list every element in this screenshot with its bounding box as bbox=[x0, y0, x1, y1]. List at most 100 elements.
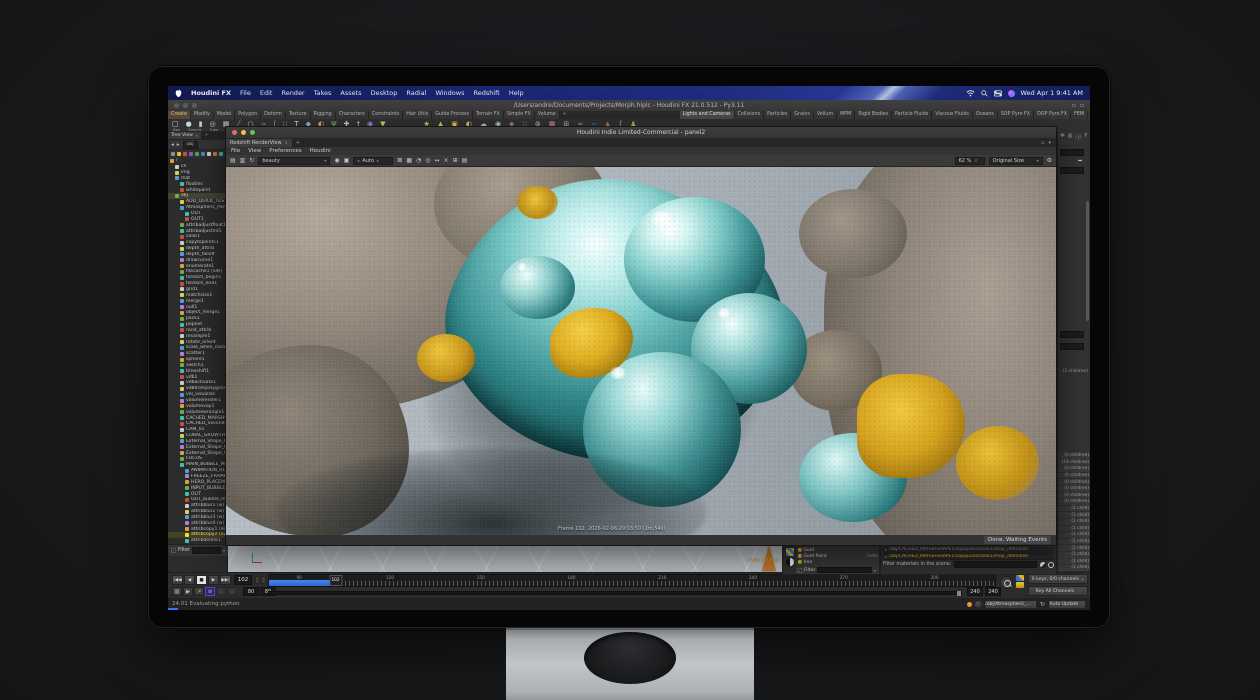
render-menu-preferences[interactable]: Preferences bbox=[269, 148, 301, 154]
shelf-tab-mpm[interactable]: MPM bbox=[837, 111, 855, 119]
key-scope-icon[interactable] bbox=[1016, 575, 1024, 581]
playbar-zoom-icon[interactable] bbox=[1000, 576, 1013, 589]
shelf-tab-vellum[interactable]: Vellum bbox=[814, 111, 837, 119]
float-icon[interactable]: ▫ bbox=[1041, 140, 1044, 146]
add-tab-button[interactable]: + bbox=[296, 140, 300, 146]
children-count-row[interactable]: (0 children) bbox=[1058, 473, 1090, 480]
link-badge-icon[interactable] bbox=[177, 152, 181, 156]
select-frame-icon[interactable]: ▶ bbox=[183, 587, 193, 596]
menubar-item-render[interactable]: Render bbox=[281, 89, 304, 97]
gear-icon[interactable]: ⚙ bbox=[1047, 157, 1052, 164]
children-count-row[interactable]: (1 child) bbox=[1058, 539, 1090, 546]
pan-icon[interactable]: ↔ bbox=[435, 157, 440, 164]
pane-scrollbar[interactable] bbox=[1086, 201, 1089, 321]
shelf-tab-volume[interactable]: Volume bbox=[535, 111, 560, 119]
context-dropdown[interactable]: /obj/Atmospheric_...⋮ bbox=[985, 600, 1037, 609]
palette-sphere-icon[interactable] bbox=[786, 558, 794, 566]
expand-icon[interactable]: ▸ bbox=[885, 547, 887, 552]
key-all-channels-button[interactable]: Key All Channels⋮ bbox=[1028, 586, 1088, 596]
param-field[interactable] bbox=[1060, 331, 1084, 338]
children-count-row[interactable]: (0 children) bbox=[1058, 479, 1090, 486]
global-start-field[interactable]: 80 bbox=[243, 587, 259, 596]
timeline-ruler[interactable]: 90120150180210240270300 102 bbox=[268, 574, 996, 587]
zoom-level-field[interactable]: 62 %⇕ bbox=[955, 157, 985, 165]
shelf-tab-rigid-bodies[interactable]: Rigid Bodies bbox=[855, 111, 892, 119]
filter-input[interactable] bbox=[192, 547, 221, 554]
palette-filter-dropdown-icon[interactable]: ▾ bbox=[874, 568, 876, 573]
shelf-tab-guide-process[interactable]: Guide Process bbox=[432, 111, 473, 119]
children-count-row[interactable]: (1 child) bbox=[1058, 565, 1090, 572]
param-field[interactable] bbox=[1060, 167, 1084, 174]
crop-region-icon[interactable]: ▣ bbox=[344, 157, 350, 164]
children-count-row[interactable]: (0 children) bbox=[1058, 499, 1090, 506]
shelf-tab-oceans[interactable]: Oceans bbox=[973, 111, 998, 119]
shelf-tab-characters[interactable]: Characters bbox=[336, 111, 369, 119]
shelf-tab-dop-pyro-fx[interactable]: DOP Pyro FX bbox=[1034, 111, 1071, 119]
shelf-tab-terrain-fx[interactable]: Terrain FX bbox=[473, 111, 504, 119]
shelf-tab-model[interactable]: Model bbox=[214, 111, 235, 119]
copy-frame-icon[interactable]: ⊞ bbox=[453, 157, 458, 164]
checker-icon[interactable]: ▦ bbox=[406, 157, 412, 164]
shelf-tab-sop-pyro-fx[interactable]: SOP Pyro FX bbox=[998, 111, 1034, 119]
lock-icon[interactable]: ⊠ bbox=[397, 157, 402, 164]
render-view-mode-icon[interactable]: ▤ bbox=[230, 157, 236, 164]
frame-step-buttons[interactable] bbox=[255, 576, 266, 584]
siri-icon[interactable] bbox=[1008, 90, 1015, 97]
apple-menu-icon[interactable] bbox=[175, 89, 182, 98]
current-frame-field[interactable]: 102 bbox=[234, 575, 252, 585]
go-end-button[interactable]: ▶▶| bbox=[220, 575, 231, 585]
control-center-icon[interactable] bbox=[994, 90, 1002, 97]
children-count-row[interactable]: (1 child) bbox=[1058, 545, 1090, 552]
stop-button[interactable]: ■ bbox=[196, 575, 207, 585]
children-count-row[interactable]: (1 child) bbox=[1058, 506, 1090, 513]
shelf-tab-polygon[interactable]: Polygon bbox=[235, 111, 261, 119]
shelf-tab-hair-utils[interactable]: Hair Utils bbox=[403, 111, 432, 119]
menubar-item-windows[interactable]: Windows bbox=[435, 89, 464, 97]
ghost-a-icon[interactable]: ▫ bbox=[216, 587, 226, 596]
snapshot-icon[interactable]: ◉ bbox=[334, 157, 339, 164]
palette-filter-input[interactable] bbox=[817, 567, 871, 573]
play-reverse-button[interactable]: ◀ bbox=[184, 575, 195, 585]
node-jump-icon[interactable]: ➦ bbox=[1078, 158, 1082, 164]
link-badge-icon[interactable] bbox=[213, 152, 217, 156]
param-field[interactable] bbox=[1060, 343, 1084, 350]
scene-material-row[interactable]: ▸/obj/CACHED_MARSHSHAPE1/vopquickshade1/… bbox=[883, 554, 1054, 561]
param-field[interactable] bbox=[1060, 149, 1084, 156]
menubar-item-file[interactable]: File bbox=[240, 89, 251, 97]
render-split-icon[interactable]: ▥ bbox=[240, 157, 246, 164]
menubar-item-redshift[interactable]: Redshift bbox=[473, 89, 499, 97]
export-icon[interactable]: ↗ bbox=[194, 587, 204, 596]
children-count-row[interactable]: (0 children) bbox=[1058, 453, 1090, 460]
tab-tree-view[interactable]: Tree View× bbox=[168, 132, 201, 139]
render-refresh-icon[interactable]: ↻ bbox=[249, 157, 254, 164]
range-end-field[interactable]: 240 bbox=[967, 587, 983, 596]
zoom-button[interactable] bbox=[192, 103, 197, 108]
aov-dropdown[interactable]: beauty▾ bbox=[258, 157, 330, 165]
search-icon[interactable] bbox=[981, 90, 988, 97]
children-count-row[interactable]: (1 child) bbox=[1058, 512, 1090, 519]
shelf-tab-wires[interactable]: Wires bbox=[1088, 111, 1090, 119]
shelf-tab-particles[interactable]: Particles bbox=[764, 111, 791, 119]
shelf-tab-collisions[interactable]: Collisions bbox=[735, 111, 765, 119]
menubar-item-help[interactable]: Help bbox=[509, 89, 524, 97]
wifi-icon[interactable] bbox=[966, 90, 975, 97]
scene-filter-input[interactable] bbox=[954, 561, 1037, 568]
shelf-tab-viscous-fluids[interactable]: Viscous Fluids bbox=[932, 111, 973, 119]
shelf-tab-constraints[interactable]: Constraints bbox=[369, 111, 403, 119]
shelf-tab-simple-fx[interactable]: Simple FX bbox=[504, 111, 535, 119]
menubar-item-radial[interactable]: Radial bbox=[406, 89, 426, 97]
playhead[interactable]: 102 bbox=[329, 575, 342, 586]
shelf-tab-deform[interactable]: Deform bbox=[261, 111, 286, 119]
tab-redshift-renderview[interactable]: Redshift RenderView× bbox=[226, 139, 292, 147]
children-count-row[interactable]: (0 children) bbox=[1058, 486, 1090, 493]
minimize-button[interactable] bbox=[241, 130, 246, 135]
menubar-item-desktop[interactable]: Desktop bbox=[371, 89, 398, 97]
info-icon[interactable]: ⓘ bbox=[1076, 133, 1082, 141]
children-count-row[interactable]: (1 child) bbox=[1058, 519, 1090, 526]
shaded-sphere-icon[interactable] bbox=[1040, 562, 1046, 568]
shelf-tab-lights-and-cameras[interactable]: Lights and Cameras bbox=[680, 111, 735, 119]
menubar-item-assets[interactable]: Assets bbox=[340, 89, 361, 97]
wire-sphere-icon[interactable] bbox=[1048, 562, 1054, 568]
flipbook-icon[interactable]: ▥ bbox=[172, 587, 182, 596]
children-count-row[interactable]: (1 child) bbox=[1058, 552, 1090, 559]
